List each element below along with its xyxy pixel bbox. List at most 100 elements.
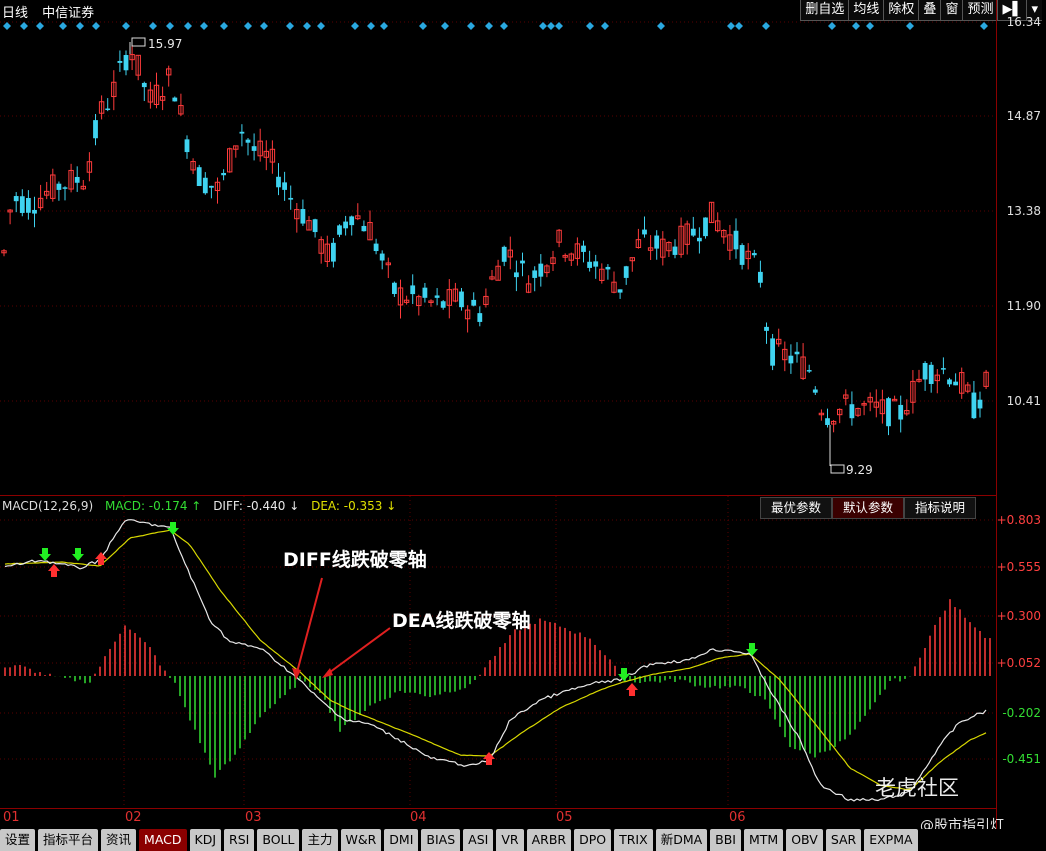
candle-body-down xyxy=(971,392,977,419)
candle-body-down xyxy=(123,55,129,71)
optimal-params-button[interactable]: 最优参数 xyxy=(760,497,833,519)
tab-10[interactable]: BIAS xyxy=(421,829,461,851)
month-label: 01 xyxy=(3,810,20,825)
event-diamond-icon xyxy=(351,22,359,30)
sell-signal-arrow-icon xyxy=(72,548,84,561)
price-tick: 14.87 xyxy=(1006,109,1041,123)
candle-body-down xyxy=(471,299,477,306)
chart-canvas[interactable] xyxy=(0,0,996,808)
candle-body-down xyxy=(812,389,818,393)
candle-body-down xyxy=(343,221,348,229)
indicator-help-button[interactable]: 指标说明 xyxy=(904,497,977,519)
tab-19[interactable]: OBV xyxy=(786,829,823,851)
candle-body-down xyxy=(501,246,507,262)
month-label: 03 xyxy=(245,810,262,825)
event-diamond-icon xyxy=(601,22,609,30)
tab-6[interactable]: BOLL xyxy=(257,829,300,851)
tab-4[interactable]: KDJ xyxy=(189,829,222,851)
candle-body-down xyxy=(703,217,708,237)
candle-body-down xyxy=(825,418,830,425)
candle-body-down xyxy=(514,272,519,278)
event-diamond-icon xyxy=(260,22,268,30)
event-diamond-icon xyxy=(317,22,325,30)
tab-13[interactable]: ARBR xyxy=(526,829,572,851)
event-diamond-icon xyxy=(441,22,449,30)
candle-body-down xyxy=(300,209,306,224)
tab-0[interactable]: 设置 xyxy=(0,829,36,851)
candle-body-down xyxy=(251,146,257,151)
macd-buttons: 最优参数 默认参数 指标说明 xyxy=(760,497,977,519)
default-params-button[interactable]: 默认参数 xyxy=(832,497,905,519)
event-diamond-icon xyxy=(367,22,375,30)
candle-body-down xyxy=(690,228,696,236)
macd-tick: +0.803 xyxy=(996,513,1041,527)
tab-11[interactable]: ASI xyxy=(463,829,494,851)
candle-body-down xyxy=(26,197,31,213)
price-axis: 16.34 14.87 13.38 11.90 10.41 +0.803 +0.… xyxy=(996,0,1046,830)
candle-body-down xyxy=(373,243,379,252)
candle-body-down xyxy=(593,261,599,267)
candle-body-down xyxy=(172,97,178,102)
candle-body-down xyxy=(196,167,202,187)
tab-8[interactable]: W&R xyxy=(340,829,382,851)
event-diamond-icon xyxy=(3,22,11,30)
month-label: 04 xyxy=(410,810,427,825)
high-marker-icon xyxy=(131,37,146,47)
candle-body-down xyxy=(758,271,763,283)
event-diamond-icon xyxy=(980,22,988,30)
sell-signal-arrow-icon xyxy=(618,668,630,681)
candle-body-down xyxy=(697,237,702,242)
candle-body-down xyxy=(520,260,525,264)
event-diamond-icon xyxy=(586,22,594,30)
candle-body-down xyxy=(56,183,62,190)
tab-16[interactable]: 新DMA xyxy=(655,829,708,851)
candle-body-down xyxy=(209,185,214,188)
candle-body-down xyxy=(32,209,37,214)
tab-9[interactable]: DMI xyxy=(384,829,419,851)
candle-body-down xyxy=(74,176,80,183)
candle-body-down xyxy=(105,108,111,111)
tab-1[interactable]: 指标平台 xyxy=(38,829,99,851)
candle-body-down xyxy=(953,381,958,386)
event-diamond-icon xyxy=(184,22,192,30)
tab-12[interactable]: VR xyxy=(496,829,524,851)
candle-body-down xyxy=(19,196,25,213)
month-label: 02 xyxy=(125,810,142,825)
diff-annotation-arrow xyxy=(295,577,323,677)
tab-2[interactable]: 资讯 xyxy=(101,829,137,851)
candle-body-down xyxy=(849,404,855,419)
tab-17[interactable]: BBI xyxy=(710,829,741,851)
dea-value: DEA: -0.353 ↓ xyxy=(311,499,397,513)
macd-tick: -0.202 xyxy=(1002,706,1041,720)
candle-body-down xyxy=(392,282,397,294)
price-tick: 10.41 xyxy=(1006,394,1041,408)
tab-3[interactable]: MACD xyxy=(139,829,187,851)
event-diamond-icon xyxy=(762,22,770,30)
sell-signal-arrow-icon xyxy=(167,522,179,535)
tab-21[interactable]: EXPMA xyxy=(864,829,918,851)
candle-body-down xyxy=(288,197,294,200)
tab-5[interactable]: RSI xyxy=(224,829,255,851)
event-diamond-icon xyxy=(555,22,563,30)
candle-body-down xyxy=(538,263,544,277)
tab-14[interactable]: DPO xyxy=(574,829,612,851)
tab-20[interactable]: SAR xyxy=(825,829,862,851)
tab-15[interactable]: TRIX xyxy=(614,829,653,851)
macd-tick: -0.451 xyxy=(1002,752,1041,766)
candle-body-down xyxy=(410,285,416,295)
watermark-brand: 老虎社区 xyxy=(875,776,959,800)
event-diamond-icon xyxy=(122,22,130,30)
tab-7[interactable]: 主力 xyxy=(302,829,338,851)
candle-body-down xyxy=(977,399,983,409)
event-diamond-icon xyxy=(303,22,311,30)
event-diamond-icon xyxy=(59,22,67,30)
candle-body-down xyxy=(733,230,739,250)
candle-body-down xyxy=(221,172,226,176)
candle-body-down xyxy=(941,368,946,370)
candle-body-down xyxy=(922,362,928,380)
diff-cross-annotation: DIFF线跌破零轴 xyxy=(283,549,427,571)
candle-body-down xyxy=(623,266,629,278)
candle-body-down xyxy=(672,246,678,255)
tab-18[interactable]: MTM xyxy=(744,829,784,851)
macd-name[interactable]: MACD(12,26,9) xyxy=(2,499,93,513)
